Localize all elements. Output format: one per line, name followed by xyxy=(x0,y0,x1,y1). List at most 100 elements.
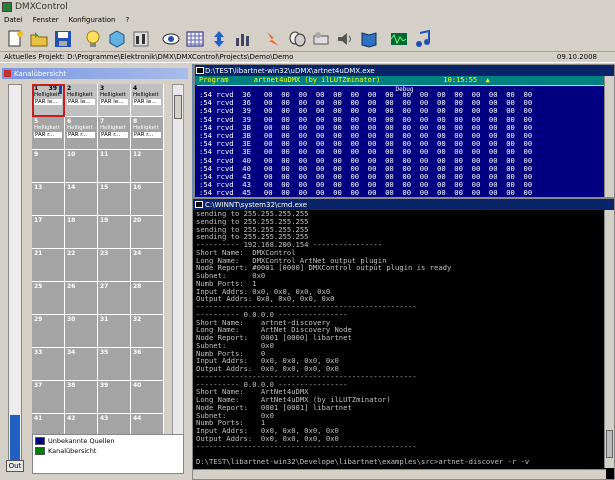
console-line: D:\TEST\libartnet-win32\Develope\libartn… xyxy=(196,457,530,466)
channel-cell-15[interactable]: 15 xyxy=(98,183,131,216)
debug-label: Debug xyxy=(197,85,612,93)
fog-button[interactable] xyxy=(310,28,332,50)
channel-cell-12[interactable]: 12 xyxy=(131,150,164,183)
lightbulb-button[interactable] xyxy=(82,28,104,50)
channel-cell-9[interactable]: 9 xyxy=(32,150,65,183)
channel-device: PAR le... xyxy=(67,99,95,105)
channel-cell-14[interactable]: 14 xyxy=(65,183,98,216)
grid-icon xyxy=(186,31,204,46)
artnet4udmx-scrollbar[interactable] xyxy=(604,76,614,197)
cube-button[interactable] xyxy=(106,28,128,50)
channel-cell-4[interactable]: 4 Helligkeit PAR le... xyxy=(131,84,164,117)
toolbar xyxy=(0,26,615,52)
channel-number: 18 xyxy=(67,217,76,224)
save-button[interactable] xyxy=(52,28,74,50)
project-path: Aktuelles Projekt: D:\Programme\Elektron… xyxy=(4,53,294,61)
eye-button[interactable] xyxy=(160,28,182,50)
channel-cell-13[interactable]: 13 xyxy=(32,183,65,216)
channel-cell-16[interactable]: 16 xyxy=(131,183,164,216)
updown-arrow-button[interactable] xyxy=(208,28,230,50)
fader-button[interactable] xyxy=(130,28,152,50)
channel-grid: 1 39 Helligkeit PAR le... 2 Helligkeit PAR le.… xyxy=(32,84,164,447)
channel-cell-26[interactable]: 26 xyxy=(65,282,98,315)
channel-cell-10[interactable]: 10 xyxy=(65,150,98,183)
artnet4udmx-titlebar[interactable]: D:\TEST\libartnet-win32\uDMX\artnet4uDMX… xyxy=(195,65,614,76)
channel-cell-17[interactable]: 17 xyxy=(32,216,65,249)
channel-cell-40[interactable]: 40 xyxy=(131,381,164,414)
master-fader[interactable] xyxy=(8,84,22,462)
scrollbar-thumb[interactable] xyxy=(606,430,613,458)
equalizer-button[interactable] xyxy=(232,28,254,50)
channel-cell-23[interactable]: 23 xyxy=(98,249,131,282)
new-file-button[interactable] xyxy=(4,28,26,50)
music-note-icon xyxy=(416,29,430,47)
channel-function: Helligkeit xyxy=(34,125,60,131)
artnet4udmx-console: D:\TEST\libartnet-win32\uDMX\artnet4uDMX… xyxy=(194,64,615,198)
channel-cell-6[interactable]: 6 Helligkeit PAR r... xyxy=(65,117,98,150)
open-folder-button[interactable] xyxy=(28,28,50,50)
channel-cell-22[interactable]: 22 xyxy=(65,249,98,282)
cmd-vertical-scrollbar[interactable] xyxy=(604,210,614,468)
channel-cell-2[interactable]: 2 Helligkeit PAR le... xyxy=(65,84,98,117)
channel-cell-34[interactable]: 34 xyxy=(65,348,98,381)
legend-item: Unbekannte Quellen xyxy=(35,437,181,445)
channel-cell-3[interactable]: 3 Helligkeit PAR le... xyxy=(98,84,131,117)
channel-cell-37[interactable]: 37 xyxy=(32,381,65,414)
channel-cell-21[interactable]: 21 xyxy=(32,249,65,282)
channel-cell-32[interactable]: 32 xyxy=(131,315,164,348)
lightning-icon xyxy=(267,31,279,46)
channel-cell-25[interactable]: 25 xyxy=(32,282,65,315)
title-bar: DMXControl xyxy=(0,0,615,14)
channel-number: 43 xyxy=(100,415,109,422)
channel-cell-39[interactable]: 39 xyxy=(98,381,131,414)
channel-number: 24 xyxy=(133,250,142,257)
channel-number: 7 xyxy=(100,118,105,125)
channel-device: PAR r... xyxy=(34,132,62,138)
channel-cell-30[interactable]: 30 xyxy=(65,315,98,348)
channel-cell-20[interactable]: 20 xyxy=(131,216,164,249)
music-note-button[interactable] xyxy=(412,28,434,50)
speaker-icon xyxy=(338,32,351,45)
channel-cell-35[interactable]: 35 xyxy=(98,348,131,381)
menu-konfiguration[interactable]: Konfiguration xyxy=(69,16,116,24)
channel-grid-scrollbar[interactable] xyxy=(172,84,184,444)
channel-overview-panel: Kanalübersicht 1 39 Helligkeit PAR le... 2 He… xyxy=(0,64,192,480)
scrollbar-thumb[interactable] xyxy=(174,95,182,119)
channel-cell-5[interactable]: 5 Helligkeit PAR r... xyxy=(32,117,65,150)
artnet4udmx-title: D:\TEST\libartnet-win32\uDMX\artnet4uDMX… xyxy=(205,66,375,75)
speaker-button[interactable] xyxy=(334,28,356,50)
channel-cell-11[interactable]: 11 xyxy=(98,150,131,183)
channel-value: 39 xyxy=(48,85,57,92)
grid-button[interactable] xyxy=(184,28,206,50)
channel-cell-36[interactable]: 36 xyxy=(131,348,164,381)
menu-datei[interactable]: Datei xyxy=(4,16,23,24)
channel-number: 25 xyxy=(34,283,43,290)
channel-number: 21 xyxy=(34,250,43,257)
channel-cell-8[interactable]: 8 Helligkeit PAR r... xyxy=(131,117,164,150)
menu-fenster[interactable]: Fenster xyxy=(33,16,59,24)
channel-cell-27[interactable]: 27 xyxy=(98,282,131,315)
channel-cell-28[interactable]: 28 xyxy=(131,282,164,315)
channel-cell-7[interactable]: 7 Helligkeit PAR r... xyxy=(98,117,131,150)
channel-number: 6 xyxy=(67,118,72,125)
channel-cell-29[interactable]: 29 xyxy=(32,315,65,348)
channel-cell-24[interactable]: 24 xyxy=(131,249,164,282)
waveform-button[interactable] xyxy=(388,28,410,50)
menu-help[interactable]: ? xyxy=(125,16,129,24)
book-button[interactable] xyxy=(358,28,380,50)
channel-cell-1[interactable]: 1 39 Helligkeit PAR le... xyxy=(32,84,65,117)
cmd-horizontal-scrollbar[interactable] xyxy=(193,469,606,479)
channel-number: 8 xyxy=(133,118,138,125)
channel-overview-titlebar[interactable]: Kanalübersicht xyxy=(2,68,188,79)
channel-cell-18[interactable]: 18 xyxy=(65,216,98,249)
out-button[interactable]: Out xyxy=(6,460,24,472)
cmd-titlebar[interactable]: C:\WINNT\system32\cmd.exe xyxy=(193,199,614,210)
channel-cell-38[interactable]: 38 xyxy=(65,381,98,414)
channel-cell-19[interactable]: 19 xyxy=(98,216,131,249)
channel-cell-33[interactable]: 33 xyxy=(32,348,65,381)
lightning-button[interactable] xyxy=(262,28,284,50)
masks-button[interactable] xyxy=(286,28,308,50)
channel-level-bar xyxy=(59,86,62,94)
channel-cell-31[interactable]: 31 xyxy=(98,315,131,348)
channel-number: 22 xyxy=(67,250,76,257)
